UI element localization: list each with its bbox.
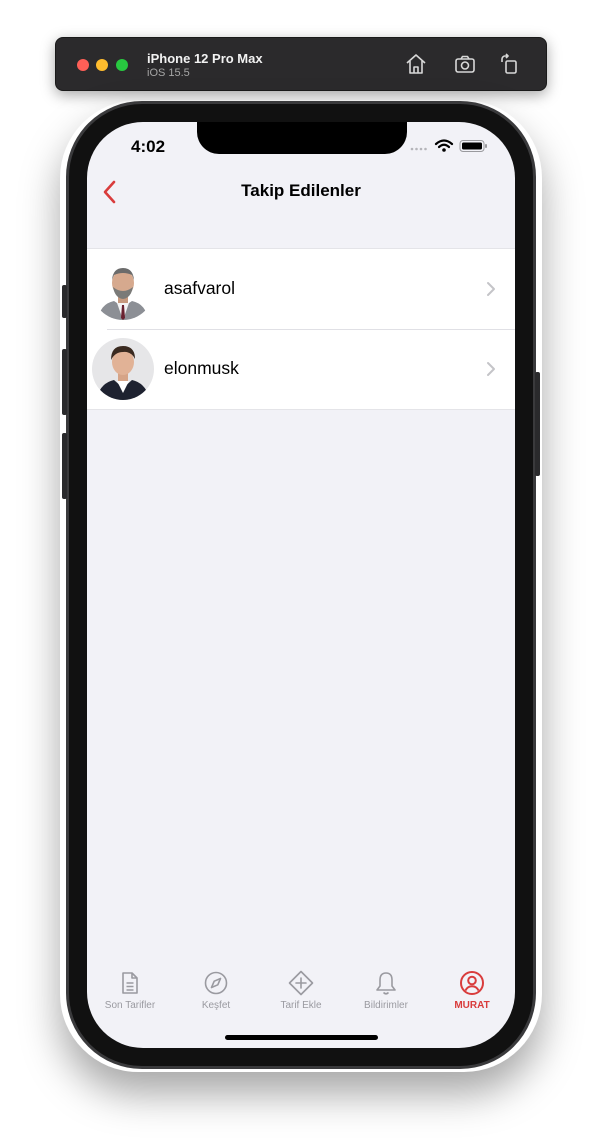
tab-kesfet[interactable]: Keşfet [173, 970, 259, 1011]
page-title: Takip Edilenler [241, 181, 361, 200]
tab-label: Son Tarifler [104, 1000, 156, 1011]
volume-up-button [62, 349, 67, 415]
list-item[interactable]: elonmusk [87, 329, 515, 409]
tab-tarif-ekle[interactable]: Tarif Ekle [258, 970, 344, 1011]
battery-icon [459, 140, 487, 152]
tab-label: Keşfet [201, 1000, 231, 1011]
tab-label: Tarif Ekle [280, 1000, 322, 1011]
chevron-right-icon [487, 282, 495, 296]
username: asafvarol [164, 278, 236, 298]
compass-icon [204, 971, 228, 995]
tab-bildirimler[interactable]: Bildirimler [343, 970, 429, 1011]
rotate-icon[interactable] [498, 52, 522, 76]
power-button [535, 372, 540, 476]
chevron-right-icon [487, 362, 495, 376]
list-item[interactable]: asafvarol [87, 249, 515, 329]
user-circle-icon [460, 971, 484, 995]
wifi-icon [434, 139, 454, 149]
avatar [92, 338, 154, 400]
home-indicator [225, 1035, 378, 1040]
mute-switch [62, 285, 67, 318]
tab-bar: Son Tarifler Keşfet Tarif Ekle Bildiriml… [87, 962, 515, 1022]
tab-son-tarifler[interactable]: Son Tarifler [87, 970, 173, 1011]
close-window-button[interactable] [77, 59, 89, 71]
username: elonmusk [164, 358, 239, 378]
tab-label: MURAT [454, 1000, 490, 1011]
avatar [92, 258, 154, 320]
status-icons [410, 139, 487, 152]
following-list: asafvarol elonmusk [87, 248, 515, 410]
home-icon[interactable] [404, 52, 428, 76]
status-time: 4:02 [131, 137, 166, 156]
screenshot-icon[interactable] [453, 52, 477, 76]
notch [197, 122, 407, 154]
os-version: iOS 15.5 [147, 67, 190, 79]
bell-icon [376, 972, 396, 995]
diamond-plus-icon [288, 970, 314, 996]
device-name: iPhone 12 Pro Max [147, 51, 263, 66]
minimize-window-button[interactable] [96, 59, 108, 71]
cellular-signal-icon [410, 147, 427, 151]
document-icon [122, 972, 138, 994]
phone-screen: 4:02 Takip Edilenler asafvarol elonmusk … [87, 122, 515, 1048]
tab-label: Bildirimler [364, 1000, 408, 1011]
tab-profile[interactable]: MURAT [429, 970, 515, 1011]
simulator-title-bar: iPhone 12 Pro Max iOS 15.5 [55, 37, 547, 91]
volume-down-button [62, 433, 67, 499]
zoom-window-button[interactable] [116, 59, 128, 71]
